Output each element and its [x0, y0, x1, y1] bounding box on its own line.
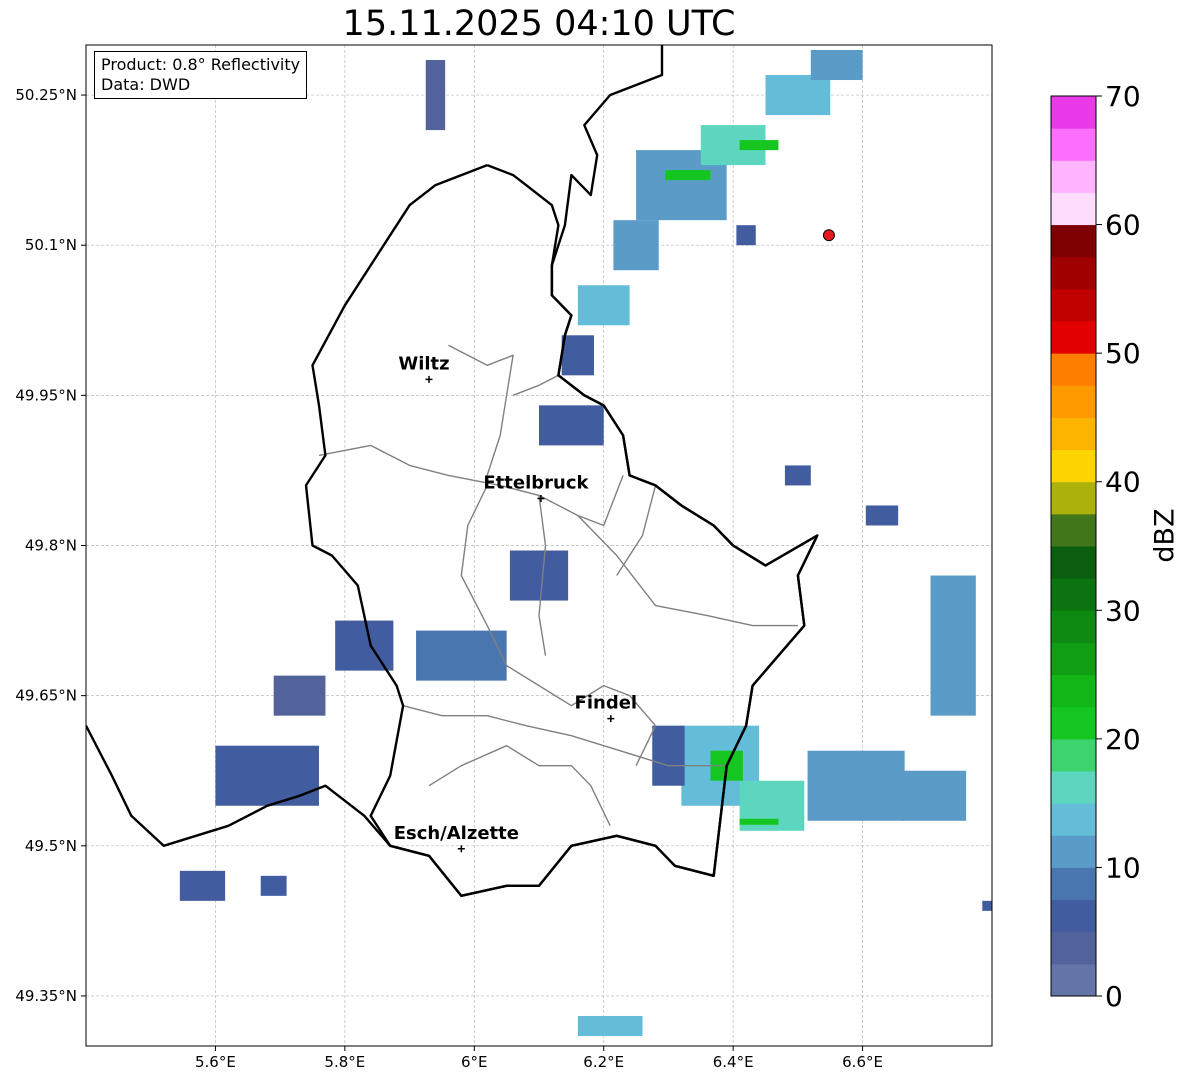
canton-border [448, 344, 514, 476]
colorbar-swatch [1051, 610, 1096, 643]
radar-site-marker [822, 229, 835, 242]
colorbar-swatch [1051, 385, 1096, 418]
colorbar-swatch [1051, 513, 1096, 547]
colorbar-swatch [1051, 899, 1096, 933]
colorbar-swatch [1051, 546, 1096, 579]
lon-tick-label: 6.4°E [713, 1053, 754, 1071]
city-marker [607, 715, 615, 723]
reflectivity-cell [739, 140, 779, 151]
colorbar-swatch [1051, 96, 1096, 129]
reflectivity-cell [901, 770, 967, 821]
colorbar-tick-label: 70 [1105, 80, 1141, 113]
reflectivity-cell [807, 750, 905, 821]
lon-tick-label: 5.8°E [324, 1053, 365, 1071]
data-source-label: Data: DWD [101, 75, 191, 94]
colorbar-swatch [1051, 771, 1096, 804]
colorbar-swatch [1051, 256, 1096, 290]
colorbar-swatch [1051, 738, 1096, 772]
lat-tick-label: 49.65°N [15, 687, 77, 705]
colorbar-tick-label: 50 [1105, 337, 1141, 370]
reflectivity-cell [335, 620, 394, 671]
reflectivity-cell [577, 1015, 643, 1036]
reflectivity-cell [784, 465, 811, 486]
reflectivity-cell [577, 285, 630, 326]
lat-tick-label: 50.25°N [15, 86, 77, 104]
reflectivity-cell [652, 725, 685, 786]
reflectivity-cell [930, 575, 976, 716]
colorbar-swatch [1051, 867, 1096, 901]
canton-border [512, 374, 559, 396]
colorbar-tick-label: 60 [1105, 209, 1141, 242]
colorbar-swatch [1051, 963, 1096, 997]
reflectivity-cell [665, 170, 711, 181]
reflectivity-cell [739, 818, 779, 825]
reflectivity-cell [260, 875, 287, 896]
colorbar-swatch [1051, 642, 1096, 676]
colorbar-tick-label: 30 [1105, 594, 1141, 627]
city-label: Ettelbruck [483, 472, 589, 493]
reflectivity-layer [179, 50, 992, 1036]
colorbar: 0 10 20 30 40 50 60 70 [1050, 80, 1141, 1013]
lat-tick-label: 49.35°N [15, 987, 77, 1005]
colorbar-swatch [1051, 417, 1096, 451]
radar-map: Wiltz Ettelbruck Findel Esch/Alzette 5.6°E 5… [15, 44, 1141, 1071]
reflectivity-cell [215, 745, 319, 806]
colorbar-tick-label: 0 [1105, 980, 1123, 1013]
reflectivity-cell [613, 220, 659, 271]
colorbar-swatch [1051, 353, 1096, 386]
reflectivity-cell [509, 550, 569, 601]
colorbar-swatch [1051, 803, 1096, 836]
colorbar-tick-label: 40 [1105, 466, 1141, 499]
colorbar-swatch [1051, 835, 1096, 868]
colorbar-swatch [1051, 578, 1096, 611]
lat-tick-label: 49.8°N [25, 537, 77, 555]
city-marker [425, 375, 433, 383]
city-marker [457, 845, 465, 853]
reflectivity-cell [736, 225, 756, 246]
colorbar-swatch [1051, 481, 1096, 515]
canton-border [428, 745, 611, 827]
lon-tick-label: 6.6°E [842, 1053, 883, 1071]
colorbar-swatch [1051, 192, 1096, 226]
colorbar-swatch [1051, 674, 1096, 708]
info-box: Product: 0.8° Reflectivity Data: DWD [94, 51, 308, 99]
lon-tick-label: 6°E [461, 1053, 488, 1071]
reflectivity-cell [982, 900, 992, 911]
canton-border [577, 515, 798, 627]
colorbar-swatch [1051, 288, 1096, 322]
colorbar-swatch [1051, 706, 1096, 740]
city-label: Wiltz [398, 353, 449, 374]
colorbar-swatch [1051, 931, 1096, 965]
reflectivity-cell [561, 335, 595, 376]
reflectivity-cell [425, 60, 446, 131]
lat-tick-label: 49.95°N [15, 386, 77, 404]
colorbar-swatch [1051, 128, 1096, 161]
lon-tick-label: 6.2°E [583, 1053, 624, 1071]
reflectivity-cell [810, 50, 863, 81]
colorbar-swatch [1051, 449, 1096, 483]
city-label: Findel [575, 693, 638, 714]
city-label: Esch/Alzette [394, 823, 519, 844]
colorbar-label: dBZ [1149, 508, 1181, 563]
lon-tick-label: 5.6°E [195, 1053, 236, 1071]
colorbar-tick-label: 20 [1105, 723, 1141, 756]
canton-border [460, 485, 657, 727]
reflectivity-cell [865, 505, 899, 526]
reflectivity-cell [179, 870, 226, 901]
colorbar-swatch [1051, 224, 1096, 258]
colorbar-swatch [1051, 321, 1096, 354]
colorbar-swatch [1051, 160, 1096, 193]
reflectivity-cell [273, 675, 326, 716]
lat-tick-label: 49.5°N [25, 837, 77, 855]
reflectivity-cell [765, 75, 831, 116]
lat-tick-label: 50.1°N [25, 236, 77, 254]
reflectivity-cell [539, 405, 604, 446]
product-label: Product: 0.8° Reflectivity [101, 55, 301, 74]
colorbar-tick-label: 10 [1105, 851, 1141, 884]
